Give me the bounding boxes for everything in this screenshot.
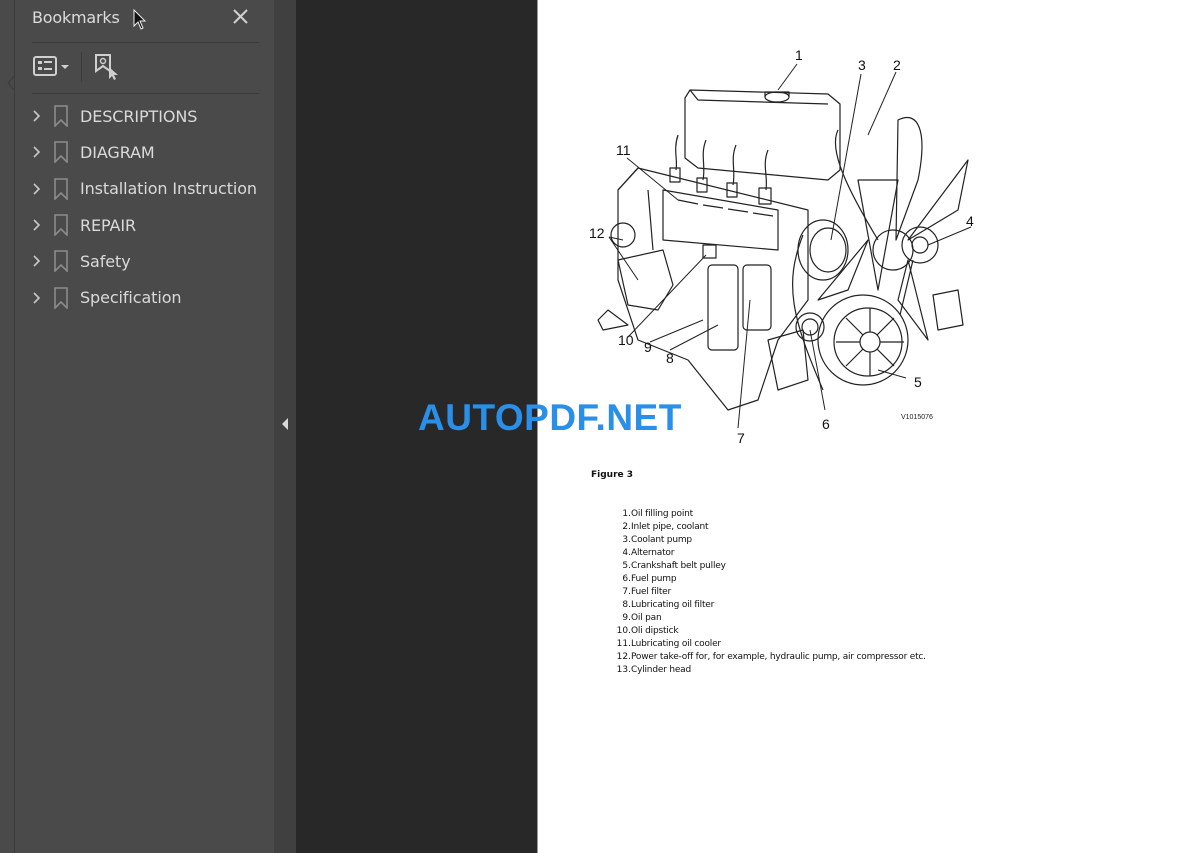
parts-list-item: 8. Lubricating oil filter	[598, 599, 978, 612]
pdf-viewer-app: Bookmarks DESCRIPTIONS DIAGRAM Installat…	[0, 0, 1200, 853]
part-name: Fuel pump	[631, 574, 677, 584]
bookmarks-panel: Bookmarks DESCRIPTIONS DIAGRAM Installat…	[0, 0, 274, 853]
figure-callout-12: 12	[589, 225, 605, 241]
chevron-right-icon[interactable]	[30, 182, 44, 196]
toolbar-divider-bottom	[32, 93, 259, 94]
part-number: 3.	[622, 535, 631, 545]
parts-list-item: 3. Coolant pump	[598, 534, 978, 547]
chevron-right-icon[interactable]	[30, 218, 44, 232]
part-number: 8.	[622, 600, 631, 610]
watermark-text: AUTOPDF.NET	[418, 397, 682, 438]
bookmark-icon	[54, 214, 68, 237]
parts-list-item: 10. Oli dipstick	[598, 625, 978, 638]
part-name: Lubricating oil cooler	[631, 639, 721, 649]
bookmark-item-safety[interactable]: Safety	[28, 243, 268, 279]
chevron-right-icon[interactable]	[30, 109, 44, 123]
bookmark-list: DESCRIPTIONS DIAGRAM Installation Instru…	[28, 98, 268, 316]
parts-list-item: 13. Cylinder head	[598, 664, 978, 677]
part-number: 4.	[622, 548, 631, 558]
bookmarks-title: Bookmarks	[32, 8, 120, 27]
part-name: Oli dipstick	[631, 626, 679, 636]
bookmark-item-diagram[interactable]: DIAGRAM	[28, 134, 268, 170]
part-name: Coolant pump	[631, 535, 692, 545]
bookmark-icon	[54, 141, 68, 164]
chevron-right-icon[interactable]	[30, 145, 44, 159]
bookmark-icon	[54, 286, 68, 309]
bookmarks-toolbar	[32, 50, 259, 84]
bookmark-label: Installation Instruction	[80, 179, 257, 199]
part-number: 2.	[622, 522, 631, 532]
part-number: 11.	[616, 639, 631, 649]
parts-list-item: 2. Inlet pipe, coolant	[598, 521, 978, 534]
find-current-bookmark-icon[interactable]	[93, 53, 121, 81]
figure-callout-7: 7	[737, 430, 745, 446]
figure-callout-5: 5	[914, 374, 922, 390]
figure-callout-3: 3	[858, 57, 866, 73]
part-name: Crankshaft belt pulley	[631, 561, 726, 571]
parts-list-item: 11. Lubricating oil cooler	[598, 638, 978, 651]
parts-list-item: 9. Oil pan	[598, 612, 978, 625]
figure-callout-10: 10	[618, 332, 634, 348]
part-name: Oil filling point	[631, 509, 693, 519]
parts-list-item: 1. Oil filling point	[598, 508, 978, 521]
part-name: Inlet pipe, coolant	[631, 522, 709, 532]
bookmark-label: REPAIR	[80, 215, 137, 235]
bookmark-item-specification[interactable]: Specification	[28, 279, 268, 315]
panel-splitter[interactable]	[274, 0, 296, 853]
parts-list-item: 7. Fuel filter	[598, 586, 978, 599]
bookmark-item-repair[interactable]: REPAIR	[28, 207, 268, 243]
figure-callout-6: 6	[822, 416, 830, 432]
parts-list: 1. Oil filling point 2. Inlet pipe, coolan…	[598, 508, 978, 677]
bookmark-icon	[54, 250, 68, 273]
figure-code: V1015076	[901, 414, 933, 421]
part-number: 1.	[622, 509, 631, 519]
part-number: 13.	[616, 665, 631, 675]
bookmark-label: Safety	[80, 251, 131, 271]
close-icon[interactable]	[230, 6, 252, 28]
parts-list-item: 4. Alternator	[598, 547, 978, 560]
part-name: Lubricating oil filter	[631, 600, 715, 610]
figure-callout-9: 9	[644, 339, 652, 355]
figure-callout-8: 8	[666, 350, 674, 366]
part-number: 12.	[616, 652, 631, 662]
header-divider	[32, 42, 259, 43]
panel-rail	[14, 0, 15, 853]
list-options-icon[interactable]	[32, 54, 72, 80]
figure-caption: Figure 3	[591, 470, 634, 480]
bookmark-icon	[54, 177, 68, 200]
bookmark-label: Specification	[80, 288, 182, 308]
part-number: 10.	[616, 626, 631, 636]
panel-pointer-notch	[7, 75, 16, 91]
toolbar-divider	[81, 52, 82, 82]
bookmarks-header: Bookmarks	[32, 7, 260, 29]
part-number: 6.	[622, 574, 631, 584]
figure-callout-2: 2	[893, 57, 901, 73]
bookmark-icon	[54, 105, 68, 128]
figure-callout-4: 4	[966, 213, 974, 229]
bookmark-label: DESCRIPTIONS	[80, 106, 198, 126]
triangle-left-icon[interactable]	[280, 415, 290, 433]
bookmark-label: DIAGRAM	[80, 142, 155, 162]
part-name: Cylinder head	[631, 665, 691, 675]
parts-list-item: 12. Power take-off for, for example, hydr…	[598, 651, 978, 664]
part-name: Oil pan	[631, 613, 662, 623]
chevron-right-icon[interactable]	[30, 291, 44, 305]
figure-callout-1: 1	[795, 47, 803, 63]
figure-callout-11: 11	[616, 142, 631, 158]
part-number: 7.	[622, 587, 631, 597]
bookmark-item-installation-instruction[interactable]: Installation Instruction	[28, 171, 268, 207]
bookmark-item-descriptions[interactable]: DESCRIPTIONS	[28, 98, 268, 134]
chevron-right-icon[interactable]	[30, 254, 44, 268]
parts-list-item: 6. Fuel pump	[598, 573, 978, 586]
part-number: 5.	[622, 561, 631, 571]
parts-list-item: 5. Crankshaft belt pulley	[598, 560, 978, 573]
part-name: Fuel filter	[631, 587, 672, 597]
engine-illustration	[597, 63, 972, 429]
part-number: 9.	[622, 613, 631, 623]
part-name: Power take-off for, for example, hydraul…	[631, 652, 926, 662]
part-name: Alternator	[631, 548, 675, 558]
